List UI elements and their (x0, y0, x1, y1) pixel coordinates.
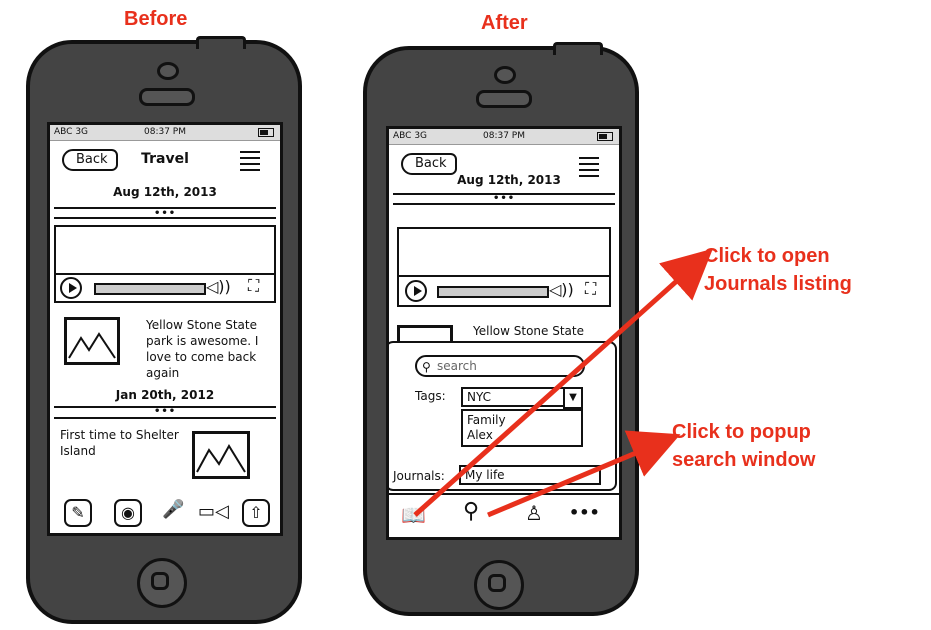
journals-annotation: Click to open Journals listing (704, 245, 852, 295)
journals-arrow (413, 248, 713, 517)
annotation-arrows (413, 248, 713, 518)
search-annotation: Click to popup search window (672, 421, 816, 471)
search-arrow (487, 430, 681, 518)
